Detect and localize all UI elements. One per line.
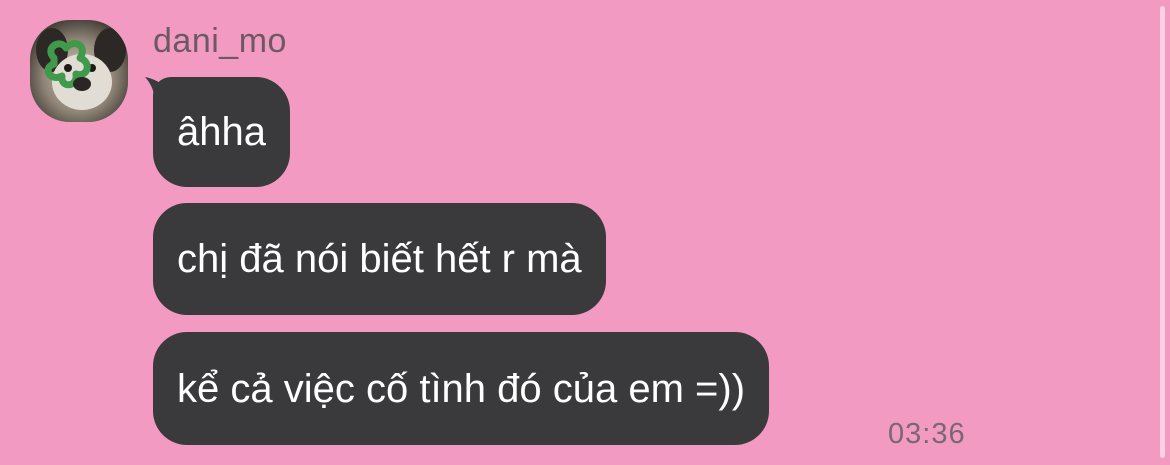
message-text: âhha: [177, 110, 266, 154]
dog-avatar-image: [30, 20, 128, 122]
message-bubble[interactable]: kể cả việc cố tình đó của em =)): [153, 332, 770, 445]
avatar[interactable]: [30, 20, 128, 122]
sender-name[interactable]: dani_mo: [153, 22, 287, 61]
message-timestamp: 03:36: [888, 418, 966, 450]
message-text: kể cả việc cố tình đó của em =)): [177, 366, 746, 411]
message-bubble[interactable]: chị đã nói biết hết r mà: [153, 203, 606, 315]
scrollbar[interactable]: [1160, 6, 1165, 458]
message-text: chị đã nói biết hết r mà: [177, 237, 582, 281]
message-bubble[interactable]: âhha: [153, 77, 290, 187]
